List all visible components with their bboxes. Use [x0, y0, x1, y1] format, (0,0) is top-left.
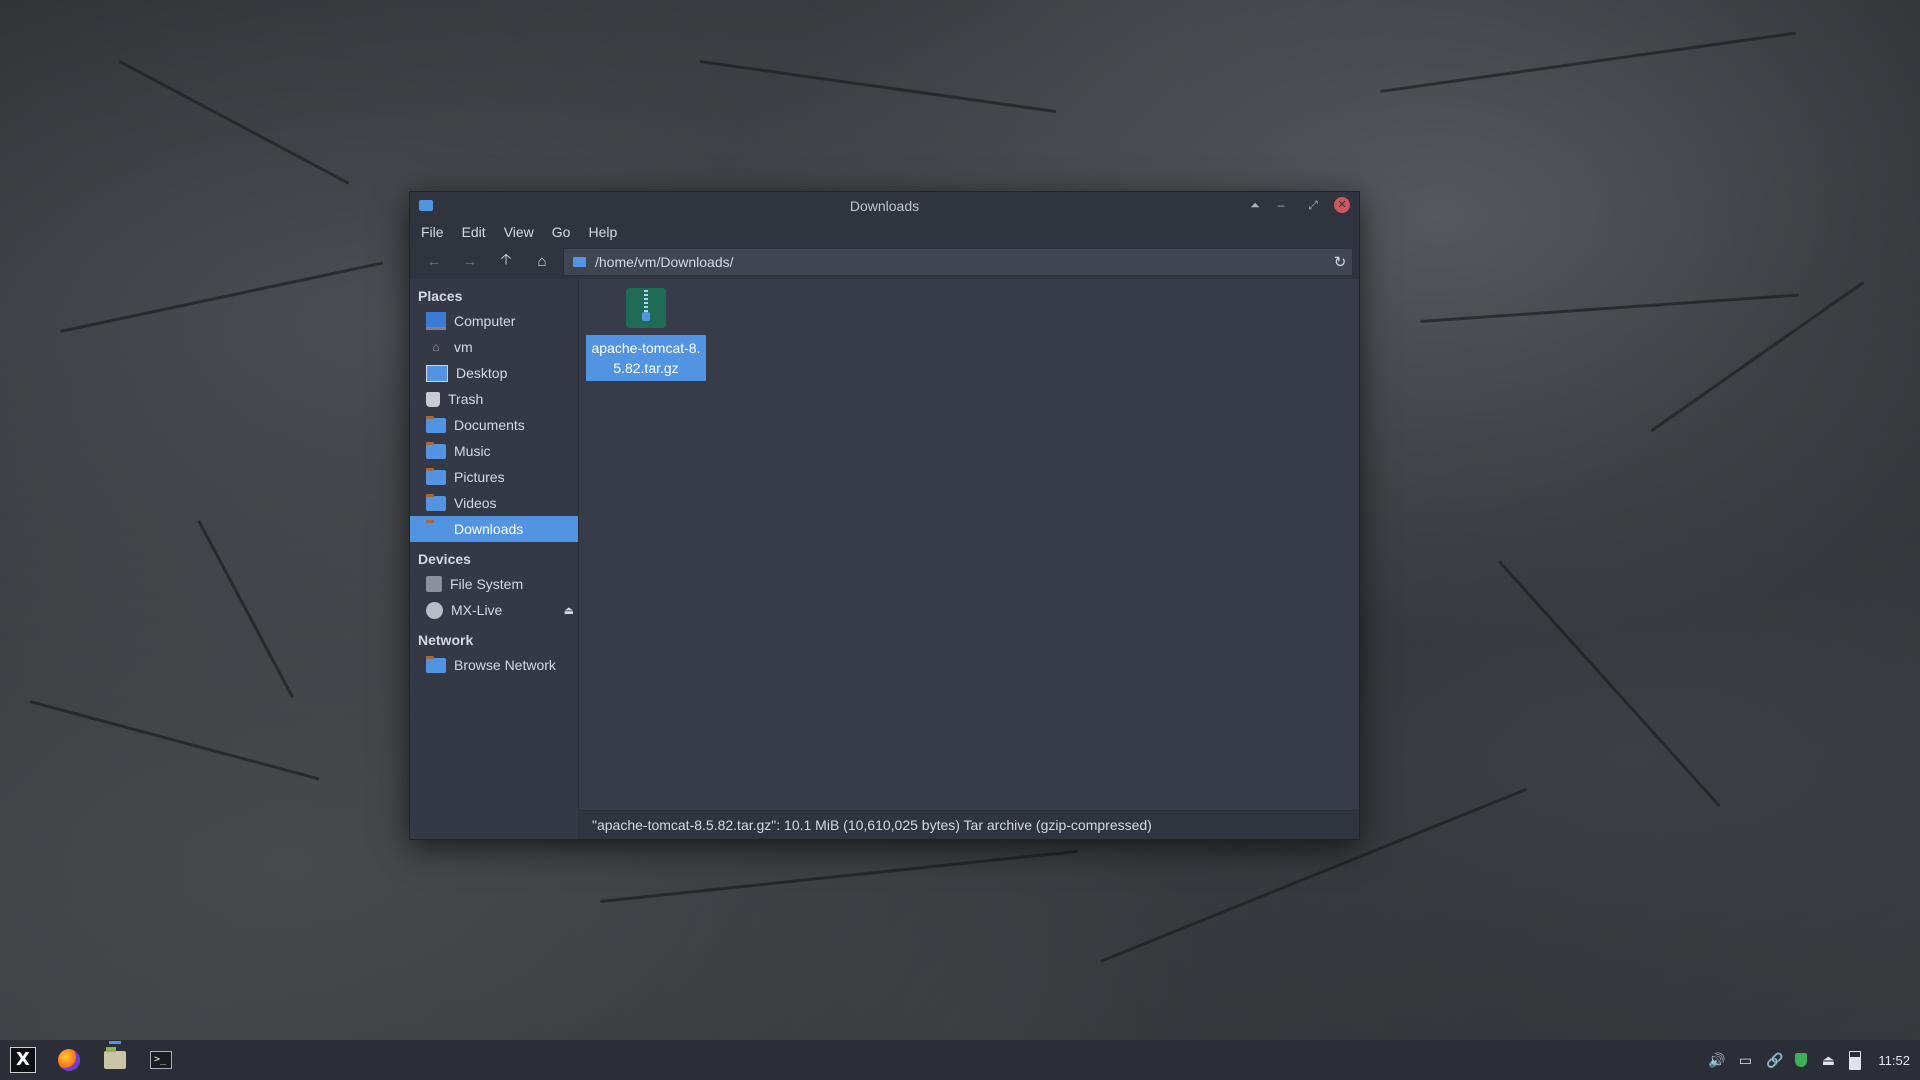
- minimize-button[interactable]: –: [1273, 197, 1289, 213]
- file-name: apache-tomcat-8.5.82.tar.gz: [586, 335, 706, 381]
- menu-view[interactable]: View: [502, 222, 536, 242]
- sidebar-item-file-system[interactable]: File System: [410, 571, 578, 597]
- maximize-button[interactable]: ⤢: [1305, 197, 1321, 213]
- drive-icon: [426, 576, 442, 592]
- sidebar-item-label: Trash: [448, 391, 484, 407]
- sidebar-item-label: Music: [454, 443, 491, 459]
- sidebar-item-label: Desktop: [456, 365, 508, 381]
- sidebar-item-label: Videos: [454, 495, 497, 511]
- trash-icon: [426, 391, 440, 407]
- sidebar-item-computer[interactable]: Computer: [410, 308, 578, 334]
- location-bar: ↻: [563, 248, 1353, 276]
- title-bar[interactable]: Downloads ⏶ – ⤢ ✕: [410, 192, 1359, 220]
- sidebar-section-network: Network: [418, 632, 474, 648]
- home-icon: ⌂: [432, 340, 440, 354]
- sidebar-item-label: Browse Network: [454, 657, 556, 673]
- sidebar-item-music[interactable]: Music: [410, 438, 578, 464]
- running-indicator: [109, 1041, 121, 1044]
- window-title: Downloads: [849, 198, 920, 214]
- file-manager-launcher[interactable]: [92, 1040, 138, 1080]
- sidebar-item-label: Documents: [454, 417, 525, 433]
- clock[interactable]: 11:52: [1878, 1053, 1910, 1068]
- display-icon[interactable]: ▭: [1737, 1052, 1753, 1069]
- eject-icon[interactable]: ⏏: [1820, 1052, 1836, 1069]
- folder-icon: [426, 519, 446, 537]
- sidebar-item-browse-network[interactable]: Browse Network: [410, 652, 578, 678]
- menu-edit[interactable]: Edit: [460, 222, 488, 242]
- volume-icon[interactable]: 🔊: [1708, 1052, 1725, 1069]
- menu-go[interactable]: Go: [550, 222, 573, 242]
- sidebar-item-vm[interactable]: ⌂ vm: [410, 334, 578, 360]
- home-icon: ⌂: [537, 252, 547, 270]
- firefox-icon: [58, 1049, 80, 1071]
- status-bar: "apache-tomcat-8.5.82.tar.gz": 10.1 MiB …: [578, 810, 1359, 839]
- battery-icon[interactable]: [1849, 1050, 1862, 1070]
- sidebar-item-label: File System: [450, 576, 524, 592]
- network-folder-icon: [426, 655, 446, 673]
- back-button[interactable]: ←: [420, 248, 448, 274]
- reload-icon[interactable]: ↻: [1328, 253, 1352, 271]
- file-manager-icon: [104, 1047, 126, 1069]
- file-item[interactable]: apache-tomcat-8.5.82.tar.gz: [586, 288, 706, 381]
- sidebar-item-label: MX-Live: [451, 602, 503, 618]
- system-tray: 🔊 ▭ 🔗 ⏏ 11:52: [1708, 1040, 1920, 1080]
- disc-icon: [426, 601, 443, 619]
- sidebar-item-mx-live[interactable]: MX-Live ⏏: [410, 597, 578, 623]
- mx-menu-icon: X: [10, 1047, 36, 1073]
- folder-icon: [573, 257, 586, 267]
- mx-menu-button[interactable]: X: [0, 1040, 46, 1080]
- menu-file[interactable]: File: [419, 222, 446, 242]
- sidebar-item-label: Computer: [454, 313, 516, 329]
- folder-icon: [426, 415, 446, 433]
- terminal-icon: >_: [150, 1051, 172, 1069]
- forward-button[interactable]: →: [456, 248, 484, 274]
- menu-bar: File Edit View Go Help: [410, 220, 1359, 244]
- eject-icon[interactable]: ⏏: [564, 604, 574, 617]
- sidebar-item-documents[interactable]: Documents: [410, 412, 578, 438]
- sidebar-item-desktop[interactable]: Desktop: [410, 360, 578, 386]
- computer-icon: [426, 312, 446, 330]
- sidebar: Places Computer ⌂ vm Desktop Trash Docume…: [410, 279, 579, 839]
- sidebar-section-places: Places: [418, 288, 463, 304]
- sidebar-item-label: Pictures: [454, 469, 505, 485]
- folder-icon: [426, 467, 446, 485]
- location-input[interactable]: [593, 253, 1328, 271]
- taskbar: X >_ 🔊 ▭ 🔗 ⏏ 11:52: [0, 1040, 1920, 1080]
- file-view[interactable]: apache-tomcat-8.5.82.tar.gz: [579, 279, 1359, 839]
- sidebar-item-label: vm: [454, 339, 473, 355]
- clipboard-icon[interactable]: 🔗: [1766, 1052, 1783, 1069]
- sidebar-item-videos[interactable]: Videos: [410, 490, 578, 516]
- up-arrow-icon: 🡡: [500, 250, 512, 268]
- home-button[interactable]: ⌂: [528, 248, 556, 274]
- sidebar-section-devices: Devices: [418, 551, 471, 567]
- desktop-icon: [426, 364, 448, 382]
- close-button[interactable]: ✕: [1334, 197, 1350, 213]
- sidebar-item-label: Downloads: [454, 521, 524, 537]
- back-arrow-icon: ←: [426, 252, 442, 270]
- parent-folder-button[interactable]: 🡡: [492, 248, 520, 274]
- updater-shield-icon[interactable]: [1795, 1053, 1808, 1067]
- archive-icon: [626, 288, 666, 328]
- toolbar: ← → 🡡 ⌂ ↻: [410, 244, 1359, 278]
- sidebar-item-pictures[interactable]: Pictures: [410, 464, 578, 490]
- sidebar-item-trash[interactable]: Trash: [410, 386, 578, 412]
- forward-arrow-icon: →: [462, 252, 478, 270]
- folder-icon: [426, 441, 446, 459]
- shade-button[interactable]: ⏶: [1247, 197, 1263, 213]
- firefox-launcher[interactable]: [46, 1040, 92, 1080]
- folder-icon: [426, 493, 446, 511]
- terminal-launcher[interactable]: >_: [138, 1040, 184, 1080]
- sidebar-item-downloads[interactable]: Downloads: [410, 516, 578, 542]
- menu-help[interactable]: Help: [586, 222, 619, 242]
- file-manager-window: Downloads ⏶ – ⤢ ✕ File Edit View Go Help…: [409, 191, 1360, 840]
